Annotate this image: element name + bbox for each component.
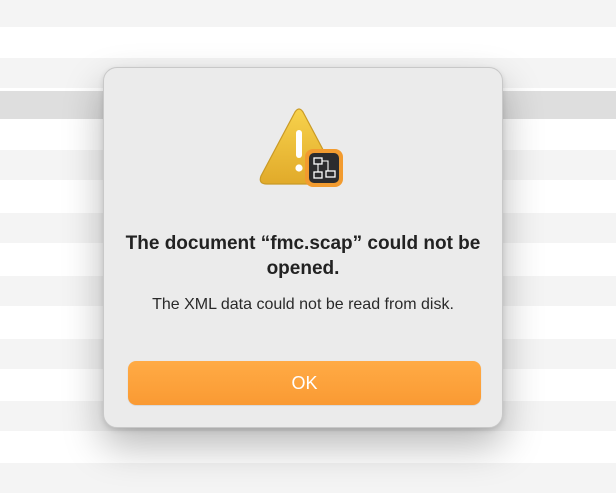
background-row <box>0 463 616 493</box>
app-document-badge-icon <box>305 149 343 187</box>
alert-dialog: The document “fmc.scap” could not be ope… <box>103 67 503 428</box>
warning-icon <box>259 106 351 198</box>
background-row <box>0 0 616 27</box>
dialog-message: The XML data could not be read from disk… <box>152 296 454 313</box>
dialog-title: The document “fmc.scap” could not be ope… <box>125 233 481 279</box>
ok-button[interactable]: OK <box>128 361 481 405</box>
